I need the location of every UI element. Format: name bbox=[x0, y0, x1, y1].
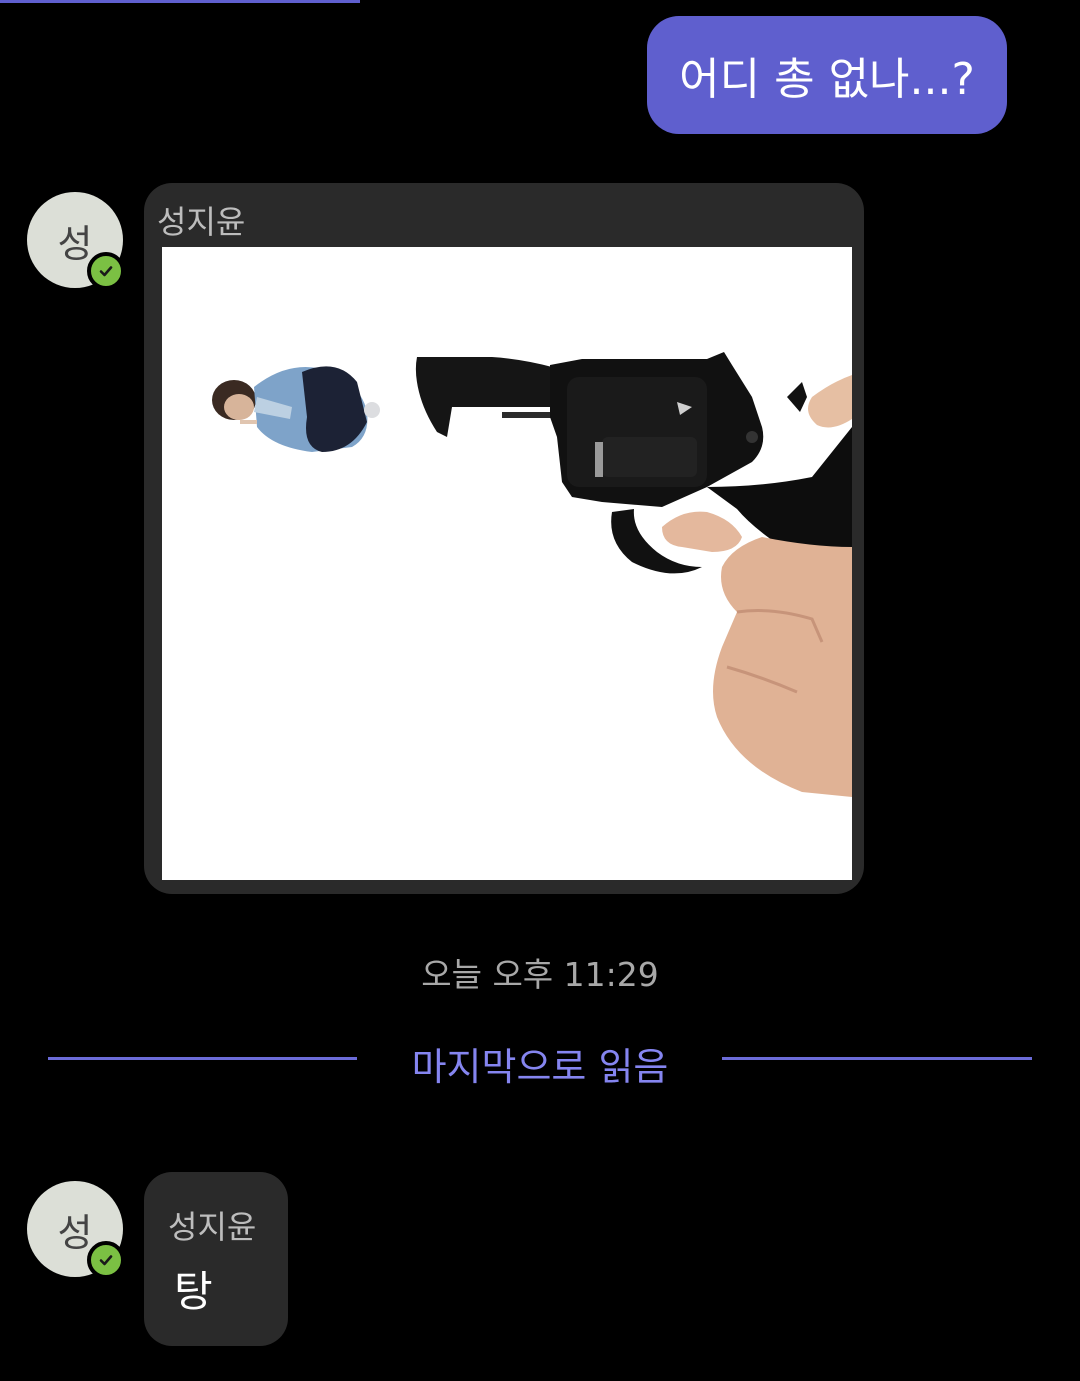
check-circle-icon bbox=[87, 252, 125, 290]
sender-name: 성지윤 bbox=[157, 203, 246, 241]
check-circle-icon bbox=[87, 1241, 125, 1279]
outgoing-message-text: 어디 총 없나...? bbox=[679, 54, 975, 105]
outgoing-message-bubble[interactable]: 어디 총 없나...? bbox=[647, 16, 1007, 134]
read-marker-line-left bbox=[48, 1057, 357, 1060]
top-accent-bar bbox=[0, 0, 360, 3]
cutout-person-figure bbox=[212, 366, 380, 452]
incoming-image-message[interactable]: 성지윤 bbox=[144, 183, 864, 894]
avatar-initial: 성 bbox=[57, 1210, 93, 1255]
message-image[interactable] bbox=[162, 247, 852, 880]
avatar-initial: 성 bbox=[57, 221, 93, 266]
incoming-message-text: 탕 bbox=[174, 1267, 213, 1316]
read-marker-line-right bbox=[722, 1057, 1032, 1060]
sender-name: 성지윤 bbox=[168, 1208, 257, 1246]
message-timestamp: 오늘 오후 11:29 bbox=[421, 955, 659, 994]
read-marker-label: 마지막으로 읽음 bbox=[411, 1045, 669, 1089]
incoming-text-message[interactable]: 성지윤 탕 bbox=[144, 1172, 288, 1346]
